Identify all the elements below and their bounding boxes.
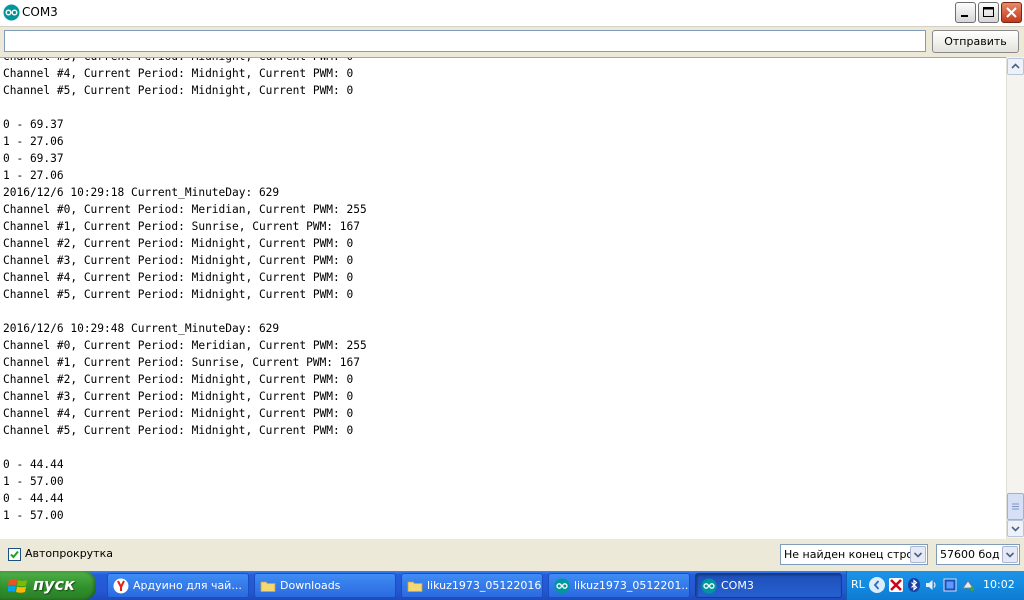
taskbar-item-label: COM3 [721,579,754,592]
serial-line: Channel #1, Current Period: Sunrise, Cur… [3,356,360,369]
serial-line: Channel #4, Current Period: Midnight, Cu… [3,407,354,420]
dropdown-button[interactable] [910,546,926,563]
serial-line: 1 - 57.00 [3,509,64,522]
close-icon [1006,7,1017,18]
volume-icon[interactable] [924,578,938,592]
antivirus-icon[interactable] [889,578,903,592]
network-icon[interactable] [943,578,957,592]
serial-line: Channel #1, Current Period: Sunrise, Cur… [3,220,360,233]
taskbar-item-downloads[interactable]: Downloads [254,573,396,598]
folder-icon [407,581,423,592]
taskbar: пуск Ардуино для чай... Downloads likuz1… [0,571,1024,600]
send-button[interactable]: Отправить [932,30,1019,53]
arduino-icon [554,578,570,594]
language-indicator[interactable]: RL [851,578,865,591]
maximize-button[interactable] [978,2,999,23]
send-toolbar: Отправить [0,27,1024,57]
serial-line: Channel #5, Current Period: Midnight, Cu… [3,84,354,97]
usb-device-icon[interactable] [961,578,975,592]
scroll-thumb[interactable] [1007,493,1024,520]
taskbar-item-label: Downloads [280,579,341,592]
grip-icon [1012,503,1019,510]
taskbar-item-likuz-folder[interactable]: likuz1973_05122016 [401,573,543,598]
serial-line: Channel #0, Current Period: Meridian, Cu… [3,203,367,216]
title-bar: COM3 [0,0,1024,27]
folder-icon [260,581,276,592]
chevron-down-icon [1005,552,1015,558]
dropdown-button[interactable] [1002,546,1018,563]
arduino-icon [3,4,20,21]
taskbar-item-likuz-arduino[interactable]: likuz1973_0512201... [548,573,690,598]
chevron-up-icon [1011,63,1020,69]
chevron-down-icon [913,552,923,558]
start-button[interactable]: пуск [0,571,96,600]
vertical-scrollbar[interactable] [1006,57,1024,538]
autoscroll-checkbox[interactable] [8,548,21,561]
serial-line: Channel #4, Current Period: Midnight, Cu… [3,67,354,80]
chevron-left-icon [873,580,880,590]
serial-output-text: Channel #3, Current Period: Midnight, Cu… [3,58,367,524]
taskbar-item-label: likuz1973_05122016 [427,579,542,592]
clock[interactable]: 10:02 [983,578,1015,591]
serial-line: Channel #2, Current Period: Midnight, Cu… [3,373,354,386]
serial-line: Channel #0, Current Period: Meridian, Cu… [3,339,367,352]
window-title: COM3 [22,5,58,19]
chevron-down-icon [1011,526,1020,532]
status-bar: Автопрокрутка Не найден конец строки 576… [0,539,1024,571]
minimize-icon [961,15,968,17]
serial-line: Channel #5, Current Period: Midnight, Cu… [3,288,354,301]
serial-line: 0 - 44.44 [3,492,64,505]
taskbar-item-label: Ардуино для чай... [133,579,242,592]
serial-line: Channel #3, Current Period: Midnight, Cu… [3,58,367,65]
line-ending-value: Не найден конец строки [784,548,927,561]
scroll-up-button[interactable] [1007,58,1024,75]
line-ending-select[interactable]: Не найден конец строки [780,544,928,565]
scroll-down-button[interactable] [1007,520,1024,537]
serial-line: 1 - 27.06 [3,169,64,182]
serial-line [3,99,367,116]
checkmark-icon [10,550,19,559]
serial-line: 1 - 57.00 [3,475,64,488]
system-tray: RL 10:02 [846,571,1024,600]
yandex-browser-icon [113,578,129,594]
serial-line: Channel #5, Current Period: Midnight, Cu… [3,424,354,437]
close-button[interactable] [1001,2,1022,23]
serial-line [3,439,367,456]
serial-line: Channel #4, Current Period: Midnight, Cu… [3,271,354,284]
serial-line [3,303,367,320]
serial-output-area[interactable]: Channel #3, Current Period: Midnight, Cu… [0,57,1006,540]
serial-line: 0 - 44.44 [3,458,64,471]
maximize-icon [983,7,994,17]
taskbar-item-yandex[interactable]: Ардуино для чай... [107,573,249,598]
taskbar-item-com3[interactable]: COM3 [695,573,842,598]
minimize-button[interactable] [955,2,976,23]
serial-line: 2016/12/6 10:29:48 Current_MinuteDay: 62… [3,322,280,335]
windows-logo-icon [8,579,27,593]
serial-line: Channel #3, Current Period: Midnight, Cu… [3,390,354,403]
serial-line: 2016/12/6 10:29:18 Current_MinuteDay: 62… [3,186,280,199]
arduino-icon [701,578,717,594]
bluetooth-icon[interactable] [907,578,921,592]
baud-rate-select[interactable]: 57600 бод [936,544,1020,565]
baud-rate-value: 57600 бод [940,548,1000,561]
serial-line: 1 - 27.06 [3,135,64,148]
serial-line: Channel #3, Current Period: Midnight, Cu… [3,254,354,267]
send-input[interactable] [4,30,926,52]
taskbar-item-label: likuz1973_0512201... [574,579,690,592]
serial-line: Channel #2, Current Period: Midnight, Cu… [3,237,354,250]
serial-line: 0 - 69.37 [3,152,64,165]
show-hidden-icons-button[interactable] [869,577,885,593]
start-label: пуск [33,575,75,594]
autoscroll-label: Автопрокрутка [25,547,113,560]
serial-line: 0 - 69.37 [3,118,64,131]
